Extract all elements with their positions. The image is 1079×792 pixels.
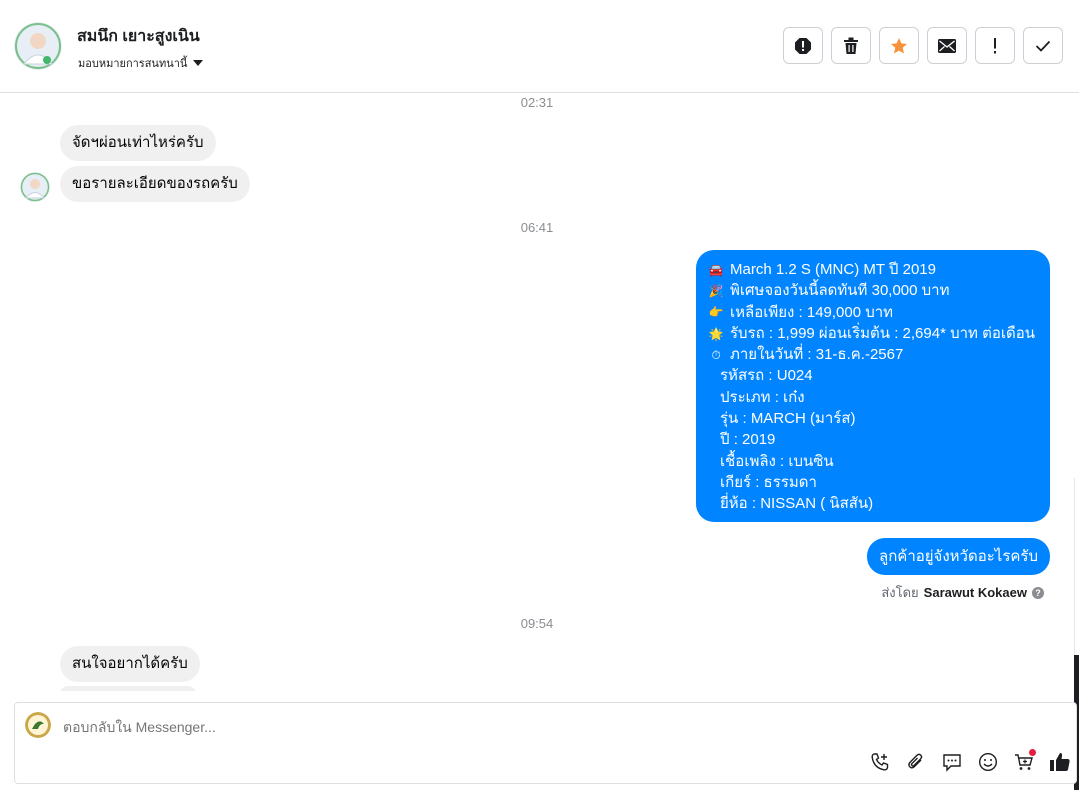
caret-down-icon bbox=[193, 60, 204, 66]
trash-icon bbox=[844, 37, 858, 54]
detail-line: 🎉 พิเศษจองวันนี้ลดทันที 30,000 บาท bbox=[708, 280, 1038, 301]
spam-icon bbox=[795, 37, 811, 54]
timestamp: 09:54 bbox=[520, 616, 554, 631]
chat-icon bbox=[943, 754, 961, 772]
check-icon bbox=[1035, 40, 1051, 52]
sent-by-info: ส่งโดย Sarawut Kokaew ? bbox=[881, 582, 1044, 603]
call-button[interactable] bbox=[868, 750, 892, 774]
saved-replies-button[interactable] bbox=[940, 750, 964, 774]
timestamp: 02:31 bbox=[520, 95, 554, 110]
detail-line: ยี่ห้อ : NISSAN ( นิสสัน) bbox=[708, 493, 1038, 514]
incoming-message[interactable]: ขอรายละเอียดของรถครับ bbox=[60, 166, 250, 202]
detail-line: 👉 เหลือเพียง : 149,000 บาท bbox=[708, 302, 1038, 323]
detail-line: ประเภท : เก๋ง bbox=[708, 387, 1038, 408]
phone-add-icon bbox=[871, 753, 889, 771]
detail-line: รหัสรถ : U024 bbox=[708, 365, 1038, 386]
detail-line: เชื้อเพลิง : เบนซิน bbox=[708, 451, 1038, 472]
detail-text: รุ่น : MARCH (มาร์ส) bbox=[720, 410, 856, 428]
star-button[interactable] bbox=[879, 27, 919, 64]
detail-text: เหลือเพียง : 149,000 บาท bbox=[730, 303, 894, 321]
detail-line: รุ่น : MARCH (มาร์ส) bbox=[708, 408, 1038, 429]
detail-text: ภายในวันที่ : 31-ธ.ค.-2567 bbox=[730, 346, 904, 364]
message-thread[interactable]: 02:31 จัดฯผ่อนเท่าไหร่ครับ ขอรายละเอียดข… bbox=[0, 93, 1074, 691]
assign-label: มอบหมายการสนทนานี้ bbox=[78, 58, 188, 70]
incoming-message-partial bbox=[60, 686, 196, 691]
emoji-icon: 🎉 bbox=[708, 283, 724, 298]
outgoing-car-details-message[interactable]: 🚘 March 1.2 S (MNC) MT ปี 2019 🎉 พิเศษจองวั… bbox=[696, 250, 1050, 522]
mail-icon bbox=[938, 38, 956, 53]
mark-spam-button[interactable] bbox=[783, 27, 823, 64]
detail-text: รับรถ : 1,999 ผ่อนเริ่มต้น : 2,694* บาท … bbox=[730, 324, 1035, 342]
incoming-message[interactable]: จัดฯผ่อนเท่าไหร่ครับ bbox=[60, 125, 216, 161]
detail-line: ⏱ ภายในวันที่ : 31-ธ.ค.-2567 bbox=[708, 344, 1038, 365]
like-button[interactable] bbox=[1048, 750, 1072, 774]
attach-button[interactable] bbox=[904, 750, 928, 774]
contact-avatar-small bbox=[20, 172, 50, 202]
mark-done-button[interactable] bbox=[1023, 27, 1063, 64]
mark-unread-button[interactable] bbox=[927, 27, 967, 64]
detail-line: ปี : 2019 bbox=[708, 429, 1038, 450]
conversation-header: สมนึก เยาะสูงเนิน มอบหมายการสนทนานี้ bbox=[0, 0, 1079, 93]
detail-text: ปี : 2019 bbox=[720, 431, 776, 449]
sent-by-prefix: ส่งโดย bbox=[881, 585, 919, 600]
detail-line: เกียร์ : ธรรมดา bbox=[708, 472, 1038, 493]
detail-text: ประเภท : เก๋ง bbox=[720, 388, 805, 406]
reply-input[interactable] bbox=[63, 719, 663, 735]
emoji-button[interactable] bbox=[976, 750, 1000, 774]
detail-text: พิเศษจองวันนี้ลดทันที 30,000 บาท bbox=[730, 282, 950, 300]
emoji-icon: 👉 bbox=[708, 305, 724, 320]
emoji-icon: 🚘 bbox=[708, 262, 724, 277]
notification-dot bbox=[1029, 749, 1036, 756]
assign-conversation-dropdown[interactable]: มอบหมายการสนทนานี้ bbox=[78, 54, 204, 72]
exclaim-icon bbox=[994, 37, 996, 53]
paperclip-icon bbox=[908, 753, 923, 769]
detail-text: ยี่ห้อ : NISSAN ( นิสสัน) bbox=[720, 495, 874, 513]
detail-text: March 1.2 S (MNC) MT ปี 2019 bbox=[730, 261, 936, 278]
contact-avatar[interactable] bbox=[14, 22, 62, 70]
detail-line: 🚘 March 1.2 S (MNC) MT ปี 2019 bbox=[708, 259, 1038, 280]
delete-button[interactable] bbox=[831, 27, 871, 64]
page-avatar bbox=[25, 712, 51, 738]
incoming-message[interactable]: สนใจอยากได้ครับ bbox=[60, 646, 200, 682]
add-to-cart-button[interactable] bbox=[1012, 749, 1036, 774]
detail-text: รหัสรถ : U024 bbox=[720, 367, 813, 385]
reply-composer bbox=[14, 702, 1077, 784]
thumbs-up-icon bbox=[1050, 753, 1070, 771]
outgoing-message[interactable]: ลูกค้าอยู่จังหวัดอะไรครับ bbox=[867, 538, 1050, 576]
sender-name: Sarawut Kokaew bbox=[923, 585, 1027, 600]
detail-line: 🌟 รับรถ : 1,999 ผ่อนเริ่มต้น : 2,694* บาท… bbox=[708, 323, 1038, 344]
follow-up-button[interactable] bbox=[975, 27, 1015, 64]
emoji-icon: 🌟 bbox=[708, 326, 724, 341]
star-icon bbox=[891, 37, 907, 53]
timestamp: 06:41 bbox=[520, 220, 554, 235]
help-icon[interactable]: ? bbox=[1032, 586, 1044, 599]
contact-name: สมนึก เยาะสูงเนิน bbox=[77, 28, 200, 45]
detail-text: เชื้อเพลิง : เบนซิน bbox=[720, 452, 834, 470]
header-actions bbox=[783, 27, 1063, 64]
emoji-icon bbox=[978, 752, 998, 772]
detail-text: เกียร์ : ธรรมดา bbox=[720, 473, 817, 491]
composer-toolbar bbox=[868, 749, 1072, 774]
emoji-icon: ⏱ bbox=[711, 347, 721, 362]
